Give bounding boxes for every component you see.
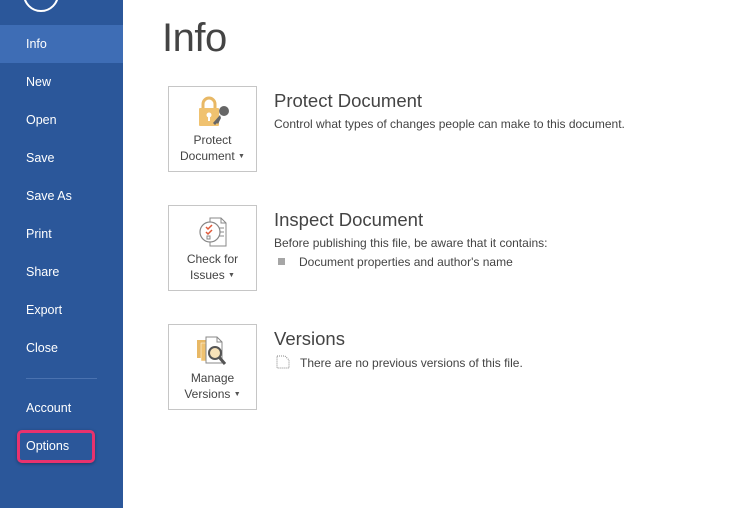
sidebar-item-open[interactable]: Open (0, 101, 123, 139)
lock-key-icon (198, 96, 229, 126)
sidebar-item-info[interactable]: Info (0, 25, 123, 63)
sidebar-item-print[interactable]: Print (0, 215, 123, 253)
protect-document-title: Protect Document (274, 90, 423, 111)
dropdown-caret-icon: ▼ (228, 271, 235, 279)
sidebar-item-save[interactable]: Save (0, 139, 123, 177)
versions-label-2: Versions (184, 387, 231, 401)
back-arrow-circle-icon[interactable] (23, 0, 59, 12)
check-for-issues-button[interactable]: Check for Issues ▼ (168, 205, 257, 291)
backstage-sidebar: Info New Open Save Save As Print Share E… (0, 0, 123, 508)
protect-label-2: Document (180, 149, 235, 163)
sidebar-item-new[interactable]: New (0, 63, 123, 101)
sidebar-item-export[interactable]: Export (0, 291, 123, 329)
check-label-2: Issues (190, 268, 225, 282)
sidebar-item-options[interactable]: Options (0, 427, 123, 465)
protect-document-description: Control what types of changes people can… (274, 117, 625, 131)
page-title: Info (162, 16, 227, 60)
inspect-document-description: Before publishing this file, be aware th… (274, 236, 548, 250)
sidebar-item-account[interactable]: Account (0, 389, 123, 427)
versions-description: There are no previous versions of this f… (300, 356, 523, 370)
sidebar-divider (26, 378, 97, 379)
protect-label-1: Protect (193, 133, 232, 147)
inspect-bullet-item: Document properties and author's name (299, 255, 513, 269)
manage-versions-button[interactable]: Manage Versions ▼ (168, 324, 257, 410)
sidebar-item-close[interactable]: Close (0, 329, 123, 367)
inspect-document-title: Inspect Document (274, 209, 424, 230)
sidebar-item-save-as[interactable]: Save As (0, 177, 123, 215)
bullet-icon (278, 258, 285, 265)
sidebar-item-share[interactable]: Share (0, 253, 123, 291)
checklist-document-icon (198, 217, 226, 247)
versions-label-1: Manage (190, 371, 235, 385)
protect-document-button[interactable]: Protect Document ▼ (168, 86, 257, 172)
document-versions-icon (276, 355, 290, 369)
versions-title: Versions (274, 328, 345, 349)
versions-magnifier-icon (196, 336, 226, 365)
dropdown-caret-icon: ▼ (238, 152, 245, 160)
dropdown-caret-icon: ▼ (233, 390, 241, 398)
check-label-1: Check for (186, 252, 239, 266)
